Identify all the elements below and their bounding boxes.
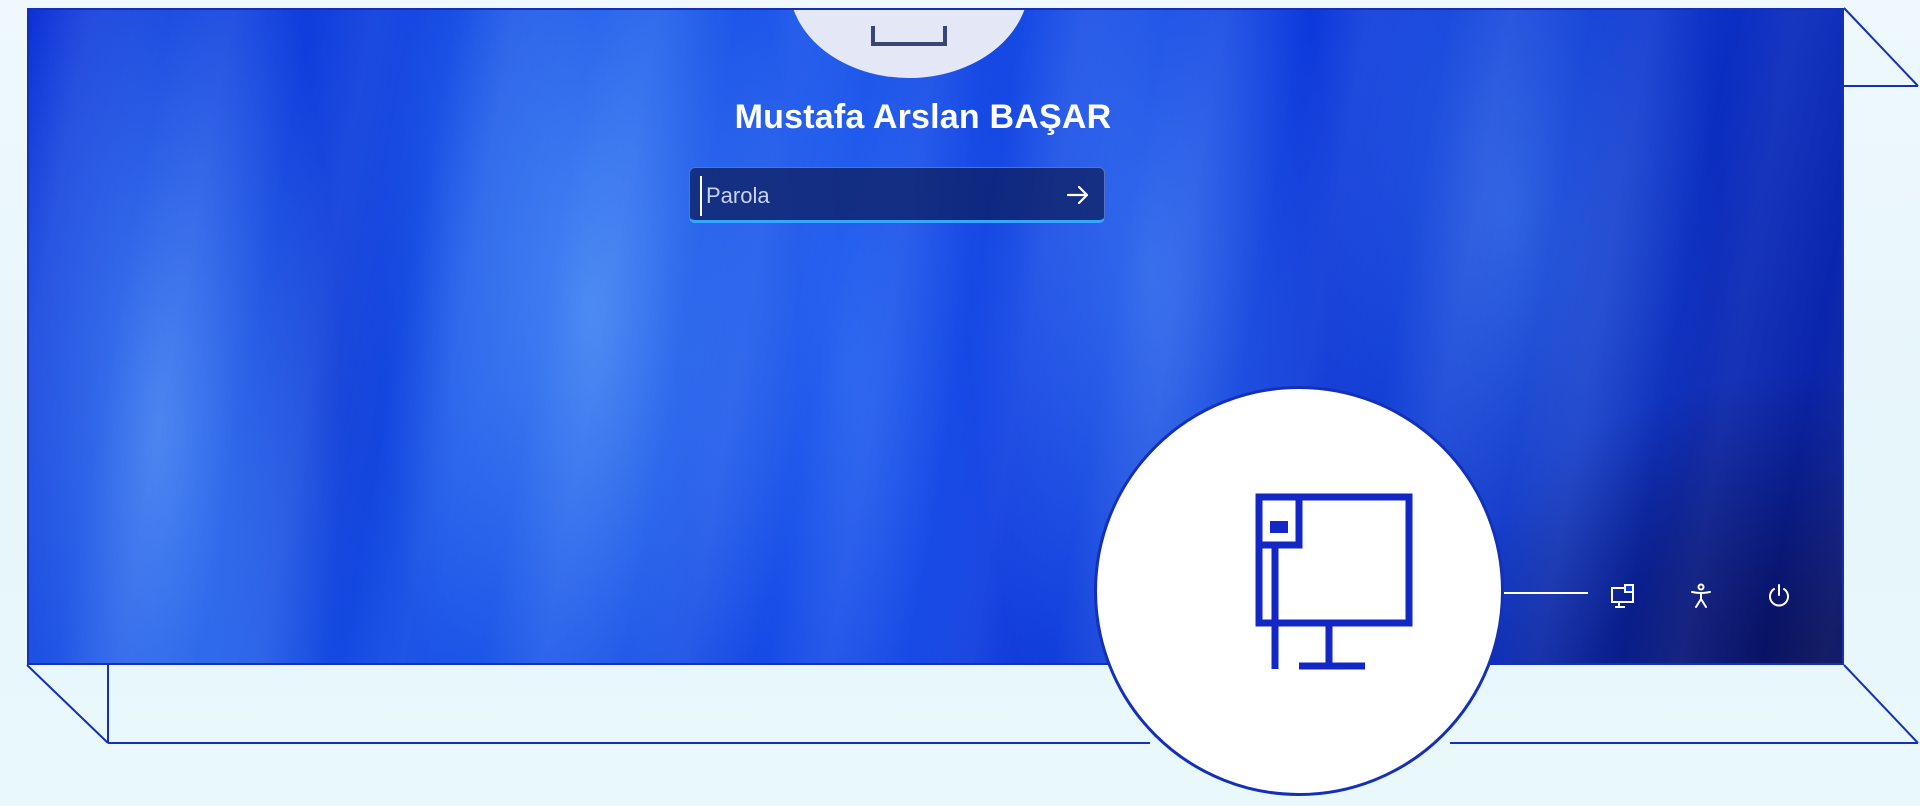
user-avatar <box>789 10 1029 78</box>
magnifier-callout <box>1094 386 1504 796</box>
password-field[interactable] <box>689 167 1105 223</box>
corner-icon-bar <box>1607 580 1795 612</box>
magnifier-leader-line <box>1504 592 1588 594</box>
other-user-monitor-icon[interactable] <box>1607 580 1639 612</box>
power-icon[interactable] <box>1763 580 1795 612</box>
avatar-monitor-icon <box>871 26 947 46</box>
arrow-right-icon[interactable] <box>1062 180 1094 210</box>
password-input[interactable] <box>700 176 1038 216</box>
user-name: Mustafa Arslan BAŞAR <box>734 98 1112 136</box>
lock-screen: Mustafa Arslan BAŞAR <box>27 8 1844 665</box>
accessibility-icon[interactable] <box>1685 580 1717 612</box>
other-user-monitor-icon <box>1255 493 1413 670</box>
